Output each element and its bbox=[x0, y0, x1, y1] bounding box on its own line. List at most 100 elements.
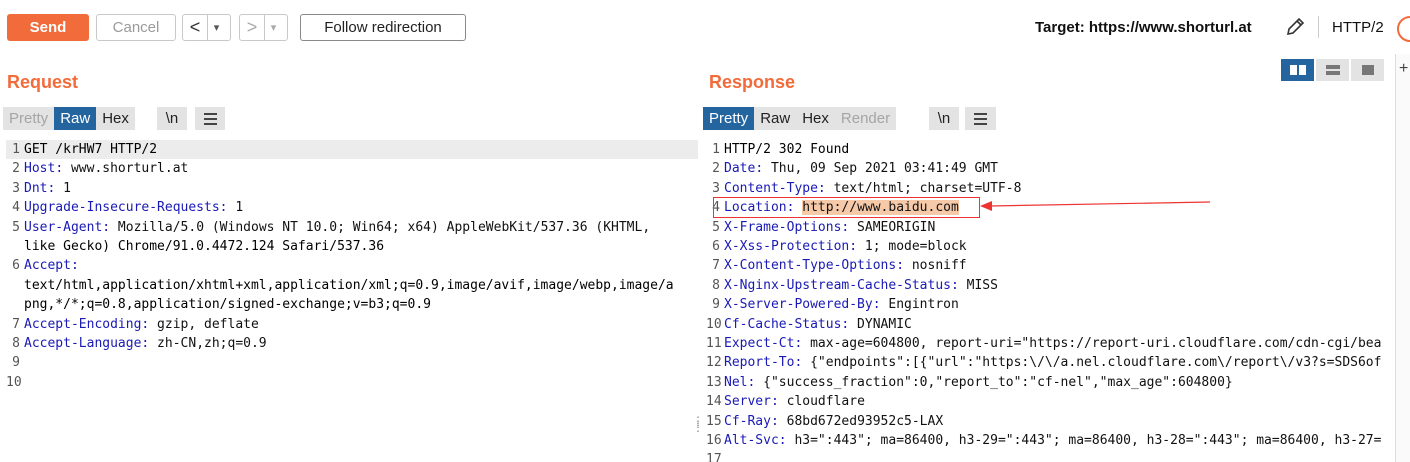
header-colon: : bbox=[778, 433, 787, 448]
line-number: 17 bbox=[706, 452, 722, 462]
header-name: Accept-Language bbox=[24, 336, 142, 351]
layout-side-by-side-icon[interactable] bbox=[1281, 59, 1314, 81]
request-view-tabs: Pretty Raw Hex bbox=[3, 107, 135, 130]
line-number: 12 bbox=[706, 355, 722, 371]
toolbar-divider bbox=[1318, 16, 1319, 38]
response-menu-button[interactable] bbox=[965, 107, 996, 130]
line-number: 9 bbox=[712, 297, 720, 313]
request-tab-pretty[interactable]: Pretty bbox=[3, 107, 55, 130]
target-label: Target: https://www.shorturl.at bbox=[1035, 19, 1252, 36]
header-colon: : bbox=[755, 161, 764, 177]
header-colon: : bbox=[770, 394, 779, 410]
line-number: 7 bbox=[12, 316, 20, 332]
header-line: Host: www.shorturl.at bbox=[24, 159, 188, 178]
response-view-tabs: Pretty Raw Hex Render bbox=[703, 107, 897, 130]
header-value: MISS bbox=[958, 277, 998, 293]
text-line: text/html,application/xhtml+xml,applicat… bbox=[24, 277, 674, 293]
line-number: 14 bbox=[706, 394, 722, 410]
header-name: X-Content-Type-Options bbox=[724, 258, 897, 274]
header-line: Expect-Ct: max-age=604800, report-uri="h… bbox=[724, 334, 1381, 353]
back-nav-group: < ▾ bbox=[182, 14, 231, 41]
header-value: Engintron bbox=[880, 297, 959, 313]
header-name: Cf-Cache-Status bbox=[724, 316, 842, 332]
response-title: Response bbox=[709, 72, 796, 92]
header-line: Server: cloudflare bbox=[724, 392, 865, 411]
response-tab-raw[interactable]: Raw bbox=[754, 107, 797, 130]
header-colon: : bbox=[55, 161, 64, 177]
forward-history-dropdown[interactable]: ▾ bbox=[265, 15, 282, 40]
header-value: 1; mode=block bbox=[857, 239, 967, 254]
request-menu-button[interactable] bbox=[195, 107, 225, 130]
chevron-down-icon: ▾ bbox=[270, 22, 277, 34]
header-value: zh-CN,zh;q=0.9 bbox=[149, 336, 267, 351]
header-value: DYNAMIC bbox=[849, 316, 912, 332]
pencil-icon[interactable] bbox=[1284, 16, 1306, 43]
header-line: Accept: bbox=[24, 256, 79, 275]
header-name: Upgrade-Insecure-Requests bbox=[24, 200, 220, 216]
header-line: Dnt: 1 bbox=[24, 179, 71, 198]
expand-icon[interactable]: + bbox=[1399, 60, 1408, 78]
header-line: X-Server-Powered-By: Engintron bbox=[724, 295, 959, 314]
request-newline-toggle[interactable]: \n bbox=[157, 107, 187, 130]
request-tab-hex[interactable]: Hex bbox=[96, 107, 135, 130]
cancel-button[interactable]: Cancel bbox=[96, 14, 176, 41]
header-name: X-Nginx-Upstream-Cache-Status bbox=[724, 277, 951, 293]
header-value: h3=":443"; ma=86400, h3-29=":443"; ma=86… bbox=[786, 433, 1382, 448]
header-colon: : bbox=[770, 413, 779, 429]
line-number: 15 bbox=[706, 413, 722, 429]
layout-stacked-icon[interactable] bbox=[1316, 59, 1349, 81]
annotation-arrow-icon bbox=[980, 201, 1211, 211]
inspector-sidebar[interactable]: + bbox=[1395, 54, 1410, 462]
header-line: Content-Type: text/html; charset=UTF-8 bbox=[724, 179, 1021, 198]
header-value: {"endpoints":[{"url":"https:\/\/a.nel.cl… bbox=[802, 355, 1382, 371]
toolbar: Send Cancel < ▾ > ▾ Follow redirection T… bbox=[0, 0, 1410, 54]
header-value: www.shorturl.at bbox=[63, 161, 189, 177]
line-number: 8 bbox=[712, 277, 720, 293]
forward-button[interactable]: > bbox=[240, 15, 265, 40]
line-number: 5 bbox=[12, 219, 20, 235]
header-colon: : bbox=[872, 297, 881, 313]
header-line: Cf-Cache-Status: DYNAMIC bbox=[724, 315, 912, 334]
header-name: User-Agent bbox=[24, 219, 103, 235]
line-number: 3 bbox=[712, 180, 720, 196]
header-line: Accept-Encoding: gzip, deflate bbox=[24, 315, 259, 334]
request-title: Request bbox=[7, 72, 79, 92]
header-value: 1 bbox=[55, 180, 71, 196]
text-line: GET /krHW7 HTTP/2 bbox=[24, 142, 158, 157]
header-line: User-Agent: Mozilla/5.0 (Windows NT 10.0… bbox=[24, 218, 650, 237]
send-button[interactable]: Send bbox=[7, 14, 89, 41]
menu-icon bbox=[203, 112, 217, 125]
header-name: Content-Type bbox=[724, 180, 818, 196]
layout-tabs-icon[interactable] bbox=[1351, 59, 1384, 81]
line-number: 6 bbox=[12, 258, 20, 274]
response-tab-pretty[interactable]: Pretty bbox=[703, 107, 755, 130]
request-tab-raw[interactable]: Raw bbox=[54, 107, 97, 130]
protocol-label[interactable]: HTTP/2 bbox=[1332, 19, 1384, 36]
back-history-dropdown[interactable]: ▾ bbox=[208, 15, 225, 40]
response-tab-hex[interactable]: Hex bbox=[796, 107, 835, 130]
line-number: 7 bbox=[712, 258, 720, 274]
header-colon: : bbox=[950, 277, 959, 293]
header-value: nosniff bbox=[904, 258, 967, 274]
line-number: 3 bbox=[12, 180, 20, 196]
header-colon: : bbox=[219, 200, 228, 216]
pane-resize-handle[interactable]: ⋮ ⋮ bbox=[692, 415, 704, 433]
header-name: Nel bbox=[724, 374, 748, 390]
help-icon[interactable] bbox=[1397, 16, 1410, 42]
header-line: Accept-Language: zh-CN,zh;q=0.9 bbox=[24, 334, 267, 353]
header-line: Report-To: {"endpoints":[{"url":"https:\… bbox=[724, 353, 1381, 372]
header-name: Expect-Ct bbox=[724, 336, 795, 351]
layout-toggle-group bbox=[1281, 59, 1386, 81]
forward-nav-group: > ▾ bbox=[239, 14, 288, 41]
response-editor[interactable]: 1 HTTP/2 302 Found 2 Date: Thu, 09 Sep 2021… bbox=[706, 140, 1394, 462]
back-button[interactable]: < bbox=[183, 15, 208, 40]
response-newline-toggle[interactable]: \n bbox=[929, 107, 959, 130]
line-number: 11 bbox=[706, 336, 722, 351]
header-value: {"success_fraction":0,"report_to":"cf-ne… bbox=[755, 374, 1233, 390]
header-line: Alt-Svc: h3=":443"; ma=86400, h3-29=":44… bbox=[724, 431, 1381, 450]
response-tab-render[interactable]: Render bbox=[834, 107, 897, 130]
line-number: 2 bbox=[712, 161, 720, 177]
follow-redirection-button[interactable]: Follow redirection bbox=[300, 14, 466, 41]
line-number: 5 bbox=[712, 219, 720, 235]
header-name: Accept bbox=[24, 258, 71, 274]
